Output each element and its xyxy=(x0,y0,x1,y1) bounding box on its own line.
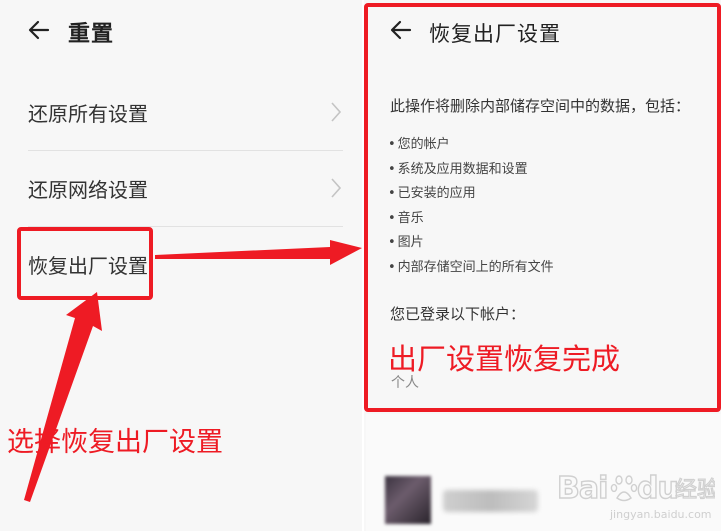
right-arrow-icon xyxy=(155,240,362,265)
done-hint: 出厂设置恢复完成 xyxy=(388,342,621,376)
select-hint: 选择恢复出厂设置 xyxy=(7,427,223,458)
up-arrow-icon xyxy=(24,292,102,502)
